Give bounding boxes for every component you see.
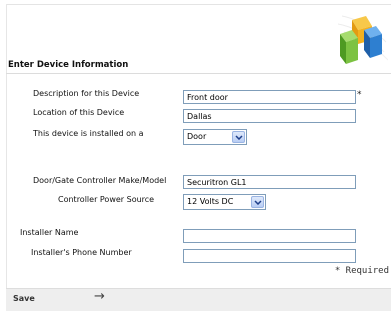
installer-name-label: Installer Name — [20, 228, 79, 237]
description-label: Description for this Device — [33, 89, 140, 98]
panel-top-border — [6, 4, 391, 5]
installed-on-value: Door — [187, 132, 207, 141]
chevron-down-icon[interactable] — [251, 196, 264, 208]
right-arrow-icon[interactable]: → — [94, 289, 105, 304]
installer-phone-field[interactable] — [183, 249, 356, 263]
power-source-value: 12 Volts DC — [187, 197, 234, 206]
location-field[interactable] — [183, 109, 356, 123]
power-source-select[interactable]: 12 Volts DC — [183, 194, 266, 210]
panel-left-border — [6, 4, 7, 310]
installer-phone-label: Installer's Phone Number — [31, 248, 132, 257]
required-marker: * — [357, 90, 362, 100]
save-button[interactable]: Save — [13, 294, 35, 303]
footer-bar — [6, 288, 391, 311]
installed-on-label: This device is installed on a — [33, 129, 144, 138]
controller-label: Door/Gate Controller Make/Model — [33, 176, 167, 185]
location-label: Location of this Device — [33, 108, 125, 117]
controller-field[interactable] — [183, 175, 356, 189]
installed-on-select[interactable]: Door — [183, 129, 247, 145]
required-note: * Required — [334, 266, 389, 276]
colored-blocks-logo-icon — [334, 14, 389, 68]
section-title: Enter Device Information — [8, 60, 129, 70]
description-field[interactable] — [183, 90, 356, 104]
chevron-down-icon[interactable] — [232, 131, 245, 143]
power-source-label: Controller Power Source — [58, 195, 155, 204]
installer-name-field[interactable] — [183, 229, 356, 243]
section-divider — [6, 73, 391, 74]
